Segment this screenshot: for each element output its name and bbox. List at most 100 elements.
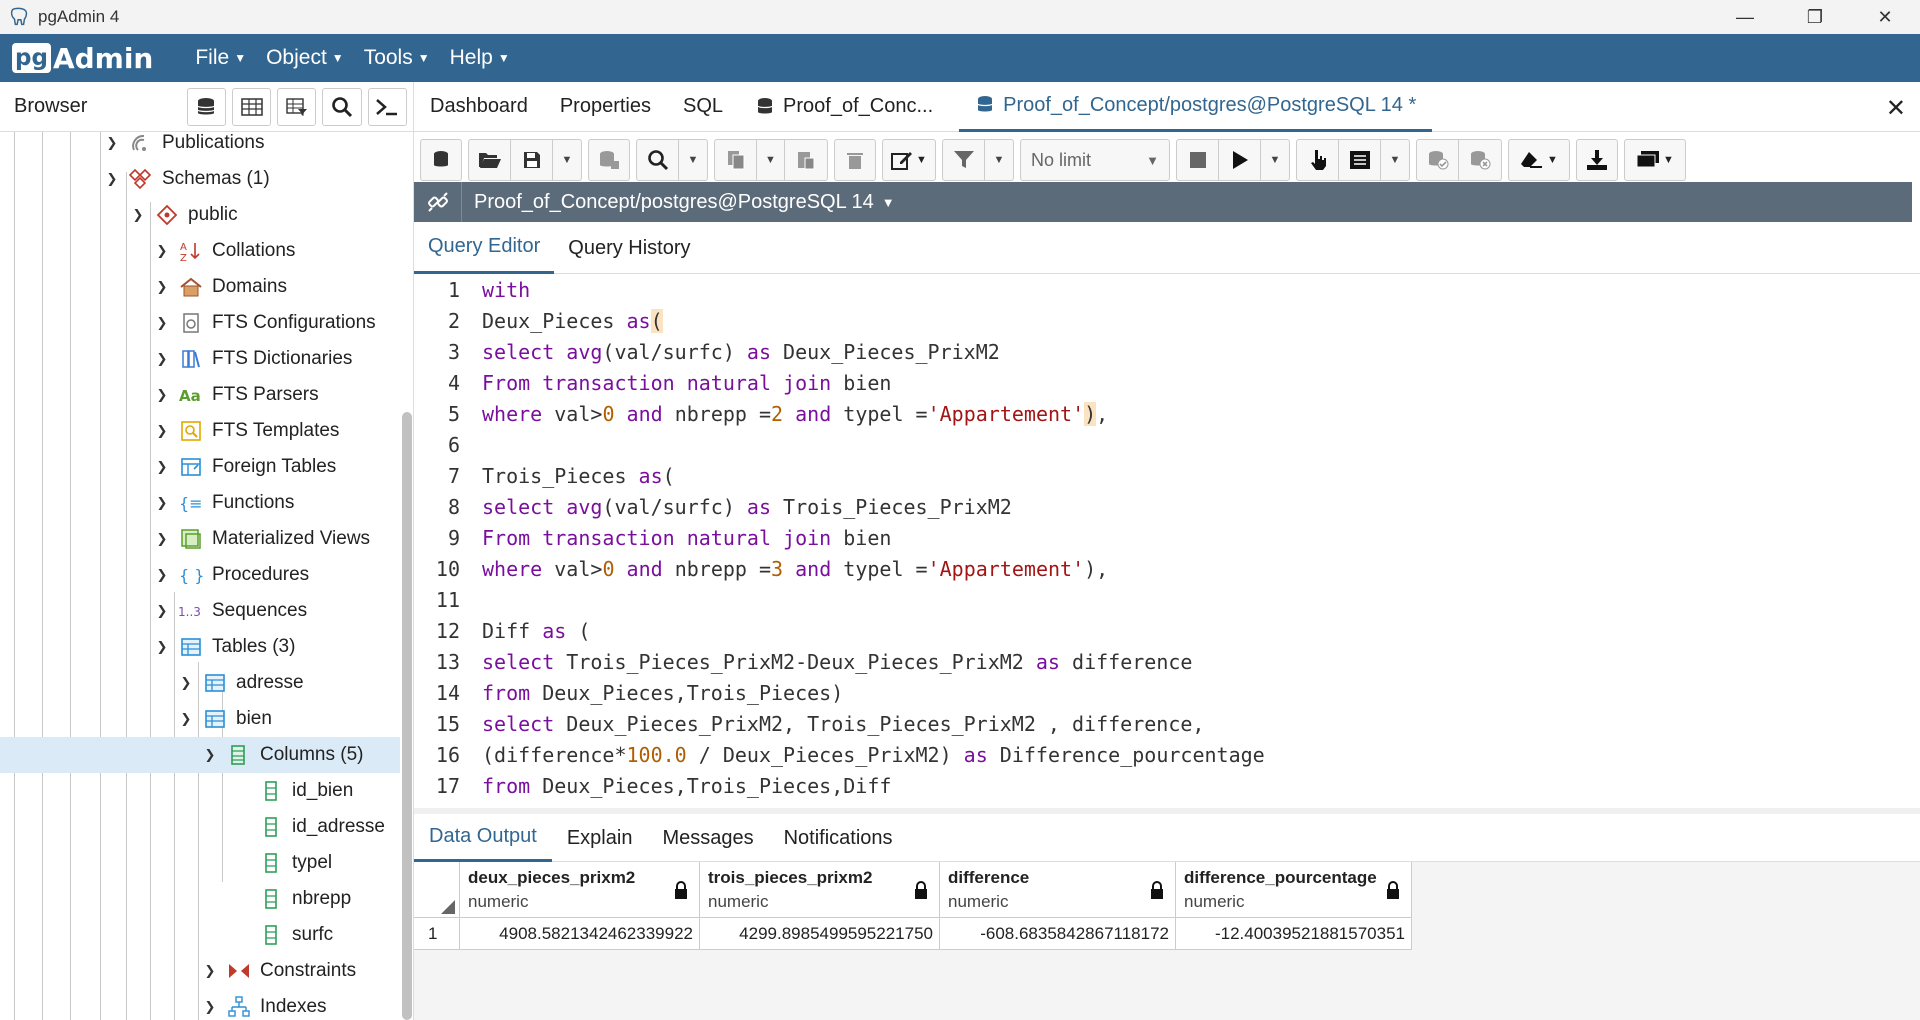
stop-button[interactable] — [1177, 140, 1219, 180]
tree-item-column-nbrepp[interactable]: nbrepp — [0, 881, 400, 917]
column-header[interactable]: difference_pourcentage numeric — [1176, 862, 1412, 918]
collation-icon: AZ — [178, 240, 204, 262]
menu-tools[interactable]: Tools ▼ — [364, 46, 430, 70]
clear-button[interactable]: ▼ — [1509, 140, 1569, 180]
lock-icon — [913, 880, 929, 905]
tree-item-fts-templates[interactable]: ❯ FTS Templates — [0, 413, 400, 449]
rollback-button[interactable] — [1459, 140, 1501, 180]
tab-explain[interactable]: Explain — [552, 814, 648, 862]
lock-icon — [1149, 880, 1165, 905]
maximize-button[interactable]: ❐ — [1780, 0, 1850, 34]
tab-messages[interactable]: Messages — [647, 814, 768, 862]
column-header[interactable]: trois_pieces_prixm2 numeric — [700, 862, 940, 918]
save-data-button[interactable] — [588, 139, 630, 181]
tree-item-table-bien[interactable]: ❯ bien — [0, 701, 400, 737]
tree-item-column-id-adresse[interactable]: id_adresse — [0, 809, 400, 845]
title-bar: pgAdmin 4 — ❐ ✕ — [0, 0, 1920, 34]
view-data-button[interactable] — [231, 87, 272, 126]
grid-cell[interactable]: -608.6835842867118172 — [940, 918, 1176, 949]
column-header[interactable]: deux_pieces_prixm2 numeric — [460, 862, 700, 918]
tree-item-fts-configurations[interactable]: ❯ FTS Configurations — [0, 305, 400, 341]
tab-query-tool-1[interactable]: Proof_of_Conc... — [739, 82, 949, 132]
select-all-cell[interactable] — [414, 862, 460, 918]
tree-item-tables[interactable]: ❯ Tables (3) — [0, 629, 400, 665]
menu-help[interactable]: Help ▼ — [450, 46, 510, 70]
macros-button[interactable]: ▼ — [1625, 140, 1685, 180]
chevron-right-icon: ❯ — [156, 387, 168, 402]
column-header[interactable]: difference numeric — [940, 862, 1176, 918]
menu-file[interactable]: File ▼ — [195, 46, 246, 70]
tree-item-constraints[interactable]: ❯ Constraints — [0, 953, 400, 989]
explain-button[interactable] — [1297, 140, 1339, 180]
tab-query-tool-2[interactable]: Proof_of_Concept/postgres@PostgreSQL 14 … — [959, 82, 1433, 132]
close-tab-icon[interactable]: ✕ — [1886, 94, 1906, 123]
filter-button[interactable] — [943, 140, 985, 180]
tab-sql[interactable]: SQL — [667, 82, 739, 132]
tab-properties[interactable]: Properties — [544, 82, 667, 132]
tab-dashboard[interactable]: Dashboard — [414, 82, 544, 132]
delete-button[interactable] — [834, 139, 876, 181]
tree-item-column-surfc[interactable]: surfc — [0, 917, 400, 953]
filtered-rows-button[interactable] — [277, 87, 317, 126]
tree-item-column-typel[interactable]: typel — [0, 845, 400, 881]
tree-item-fts-parsers[interactable]: ❯ Aa FTS Parsers — [0, 377, 400, 413]
save-options-dropdown[interactable]: ▼ — [553, 140, 581, 180]
execute-options-dropdown[interactable]: ▼ — [1261, 140, 1289, 180]
menu-object[interactable]: Object ▼ — [266, 46, 344, 70]
row-limit-select[interactable]: No limit ▼ — [1020, 139, 1170, 181]
tree-item-collations[interactable]: ❯ AZ Collations — [0, 233, 400, 269]
line-number: 15 — [435, 711, 460, 736]
filter-options-dropdown[interactable]: ▼ — [985, 140, 1013, 180]
execute-button[interactable] — [1219, 140, 1261, 180]
grid-cell[interactable]: 4299.8985499595221750 — [700, 918, 940, 949]
tree-item-sequences[interactable]: ❯ 1..3 Sequences — [0, 593, 400, 629]
close-window-button[interactable]: ✕ — [1850, 0, 1920, 34]
download-button[interactable] — [1576, 139, 1618, 181]
tree-item-schemas[interactable]: ❯ Schemas (1) — [0, 161, 400, 197]
tab-query-editor[interactable]: Query Editor — [414, 222, 555, 274]
tree-item-domains[interactable]: ❯ Domains — [0, 269, 400, 305]
query-tool-icon — [975, 95, 995, 115]
save-button[interactable] — [511, 140, 553, 180]
tab-notifications[interactable]: Notifications — [769, 814, 908, 862]
tree-item-column-id-bien[interactable]: id_bien — [0, 773, 400, 809]
tree-item-public[interactable]: ❯ public — [0, 197, 400, 233]
chevron-right-icon: ❯ — [156, 279, 168, 294]
tree-item-procedures[interactable]: ❯ { } Procedures — [0, 557, 400, 593]
constraints-icon — [226, 960, 252, 982]
table-row[interactable]: 1 4908.5821342462339922 4299.89854995952… — [414, 918, 1412, 950]
copy-options-dropdown[interactable]: ▼ — [757, 140, 785, 180]
tree-item-publications[interactable]: ❯ Publications — [0, 132, 400, 161]
paste-button[interactable] — [785, 140, 827, 180]
sql-editor[interactable]: 1 with 2 Deux_Pieces as( 3 select avg(val/s… — [414, 274, 1920, 798]
commit-button[interactable] — [1417, 140, 1459, 180]
edit-button[interactable]: ▼ — [883, 140, 935, 180]
tree-item-functions[interactable]: ❯ {≡} Functions — [0, 485, 400, 521]
tree-item-foreign-tables[interactable]: ❯ Foreign Tables — [0, 449, 400, 485]
connection-bar[interactable]: Proof_of_Concept/postgres@PostgreSQL 14 … — [414, 182, 1912, 222]
download-icon — [1587, 150, 1607, 170]
explain-analyze-button[interactable] — [1339, 140, 1381, 180]
tree-item-columns[interactable]: ❯ Columns (5) — [0, 737, 400, 773]
copy-button[interactable] — [715, 140, 757, 180]
object-explorer-button[interactable] — [186, 87, 226, 126]
tree-item-fts-dictionaries[interactable]: ❯ FTS Dictionaries — [0, 341, 400, 377]
psql-tool-button[interactable] — [367, 87, 407, 126]
search-objects-button[interactable] — [322, 87, 362, 126]
pgadmin-logo: pg Admin — [12, 42, 153, 75]
open-file-button[interactable] — [469, 140, 511, 180]
find-options-dropdown[interactable]: ▼ — [679, 140, 707, 180]
menu-tools-label: Tools — [363, 46, 413, 69]
tree-item-table-adresse[interactable]: ❯ adresse — [0, 665, 400, 701]
query-tool-button[interactable] — [420, 139, 462, 181]
browser-scrollbar[interactable] — [402, 412, 412, 1020]
explain-options-dropdown[interactable]: ▼ — [1381, 140, 1409, 180]
find-button[interactable] — [637, 140, 679, 180]
grid-cell[interactable]: 4908.5821342462339922 — [460, 918, 700, 949]
tree-item-materialized-views[interactable]: ❯ Materialized Views — [0, 521, 400, 557]
tree-item-indexes[interactable]: ❯ Indexes — [0, 989, 400, 1020]
tab-query-history[interactable]: Query History — [554, 222, 704, 274]
minimize-button[interactable]: — — [1710, 0, 1780, 34]
grid-cell[interactable]: -12.40039521881570351 — [1176, 918, 1412, 949]
tab-data-output[interactable]: Data Output — [414, 814, 552, 862]
